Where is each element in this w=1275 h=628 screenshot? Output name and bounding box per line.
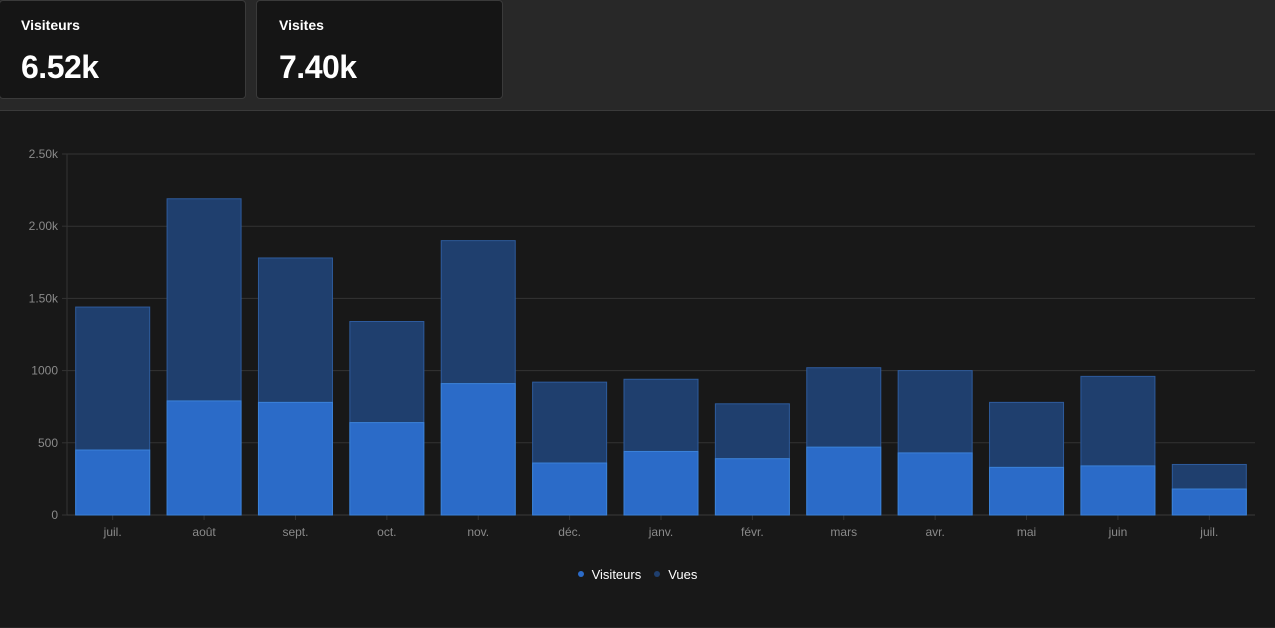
visitors-bar[interactable] — [349, 422, 425, 516]
visitors-legend-dot — [577, 571, 584, 577]
visitors-metric-label: Visiteurs — [21, 17, 80, 33]
y-tick-label: 2.00k — [29, 219, 59, 233]
visits-metric-label: Visites — [279, 17, 324, 33]
y-tick-label: 0 — [51, 508, 58, 522]
visitors-bar[interactable] — [257, 401, 333, 516]
visitors-bar[interactable] — [166, 400, 242, 516]
visitors-bar[interactable] — [532, 462, 608, 516]
legend-item-views[interactable]: Vues — [654, 564, 697, 584]
x-tick-label: mai — [1017, 525, 1036, 539]
y-tick-label: 500 — [38, 436, 58, 450]
y-tick-label: 1000 — [31, 364, 58, 378]
x-tick-label: sept. — [282, 525, 308, 539]
x-tick-label: août — [192, 525, 216, 539]
x-tick-label: avr. — [925, 525, 944, 539]
visits-metric-card: Visites 7.40k — [256, 0, 503, 99]
y-tick-label: 2.50k — [29, 147, 59, 161]
x-tick-label: févr. — [741, 525, 764, 539]
visitors-bar[interactable] — [897, 452, 973, 516]
chart-panel: 0 500 1000 1.50k 2.00k 2.50k juil. août sept. oct… — [0, 110, 1275, 627]
x-tick-label: janv. — [648, 525, 673, 539]
visitors-metric-value: 6.52k — [21, 49, 99, 85]
views-legend-label: Vues — [668, 566, 698, 582]
monthly-bar-chart: 0 500 1000 1.50k 2.00k 2.50k juil. août sept. oct… — [29, 147, 1255, 539]
visitors-bar[interactable] — [440, 383, 516, 516]
y-tick-label: 1.50k — [29, 291, 59, 305]
x-tick-label: juil. — [103, 525, 122, 539]
views-legend-dot — [654, 571, 661, 577]
visits-metric-value: 7.40k — [279, 49, 357, 85]
x-tick-label: juil. — [1199, 525, 1218, 539]
visitors-bar[interactable] — [989, 466, 1065, 516]
visitors-bar[interactable] — [75, 449, 151, 516]
visitors-legend-label: Visiteurs — [591, 566, 642, 582]
visitors-metric-card: Visiteurs 6.52k — [0, 0, 246, 99]
x-tick-label: déc. — [558, 525, 581, 539]
x-tick-label: oct. — [377, 525, 396, 539]
metrics-header: Visiteurs 6.52k Visites 7.40k — [0, 0, 1275, 110]
x-tick-label: mars — [830, 525, 857, 539]
chart-legend: Visiteurs Vues — [0, 564, 1275, 584]
visitors-bar[interactable] — [714, 458, 790, 516]
x-tick-label: nov. — [467, 525, 489, 539]
legend-item-visitors[interactable]: Visiteurs — [577, 564, 642, 584]
bars-layer — [75, 198, 1247, 516]
visitors-bar[interactable] — [623, 450, 699, 516]
visitors-bar[interactable] — [806, 446, 882, 516]
visitors-bar[interactable] — [1080, 465, 1156, 516]
visitors-bar[interactable] — [1171, 488, 1247, 516]
x-tick-label: juin — [1108, 525, 1128, 539]
